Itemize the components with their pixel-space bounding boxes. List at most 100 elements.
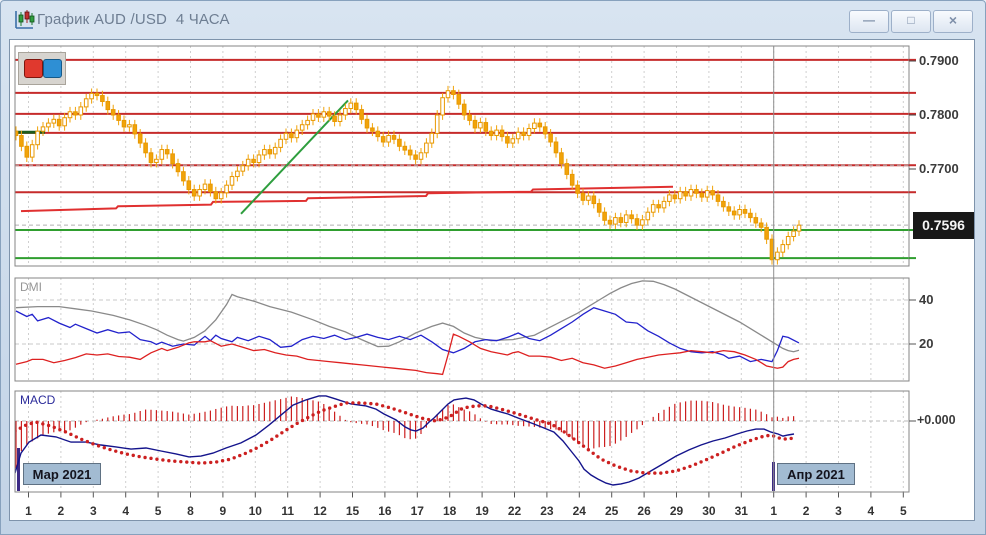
candle (526, 128, 532, 137)
month-badge-april: Апр 2021 (777, 463, 855, 485)
current-price-badge: 0.7596 (913, 212, 974, 239)
candle (532, 122, 537, 129)
price-axis-label: 0.7800 (919, 107, 959, 122)
x-axis-label: 31 (734, 504, 748, 518)
candle (62, 117, 67, 127)
candle (553, 141, 559, 154)
x-axis-label: 22 (507, 504, 522, 518)
candle (634, 218, 640, 226)
x-axis-label: 30 (702, 504, 716, 518)
candle (602, 211, 607, 221)
candle (35, 130, 40, 146)
candle (505, 136, 510, 144)
candle (542, 126, 548, 135)
candle (478, 122, 483, 129)
candle (83, 98, 89, 108)
dmi-panel[interactable] (14, 277, 910, 382)
candle (218, 192, 224, 200)
candle (100, 95, 105, 102)
candle (245, 158, 251, 167)
candle (229, 176, 235, 186)
candle (326, 111, 332, 117)
candle (575, 184, 580, 194)
x-axis-label: 25 (605, 504, 619, 518)
candle (94, 92, 100, 97)
candle (758, 222, 764, 228)
dmi-axis-label-20: 20 (919, 336, 934, 351)
price-chart[interactable] (1, 1, 986, 535)
candle (332, 115, 337, 122)
candle (731, 210, 737, 216)
candle (618, 217, 624, 223)
candle (656, 204, 661, 209)
candle (650, 204, 656, 213)
sell-button[interactable] (24, 59, 43, 78)
candle (46, 122, 51, 128)
x-axis-label: 5 (899, 504, 907, 518)
candle (699, 192, 705, 198)
candle (688, 189, 694, 197)
candle (407, 149, 413, 156)
candle (240, 165, 246, 172)
buy-button[interactable] (43, 59, 62, 78)
candle (235, 170, 240, 178)
dmi-axis-label-40: 40 (919, 292, 934, 307)
candle (559, 152, 564, 165)
x-axis-label: 2 (57, 504, 65, 518)
x-axis-label: 1 (25, 504, 32, 518)
x-axis-label: 12 (313, 504, 327, 518)
candle (170, 153, 175, 165)
candle (791, 230, 796, 238)
x-axis-label: 17 (410, 504, 424, 518)
x-axis-label: 18 (443, 504, 457, 518)
candle (596, 203, 602, 213)
candle (110, 109, 116, 116)
candle (175, 163, 181, 173)
candle (445, 90, 451, 99)
candle (483, 122, 489, 132)
x-axis-label: 11 (281, 504, 295, 518)
candle (337, 114, 343, 122)
candle (548, 133, 553, 143)
candle (785, 236, 791, 246)
candle (461, 103, 467, 116)
candle (208, 183, 213, 193)
x-axis-label: 29 (669, 504, 684, 518)
month-start-marker (17, 448, 20, 491)
x-axis-label: 3 (835, 504, 842, 518)
candle (451, 90, 456, 95)
candle (154, 158, 159, 164)
candle (164, 149, 170, 155)
candle (418, 152, 424, 160)
main-price-panel[interactable] (14, 45, 910, 267)
candle (537, 122, 543, 128)
candle (694, 189, 699, 194)
candle (359, 109, 364, 120)
x-axis-label: 3 (89, 504, 97, 518)
candle (278, 138, 283, 148)
candle (623, 214, 629, 223)
candle (289, 132, 294, 139)
candle (159, 149, 165, 160)
candle (704, 190, 710, 198)
x-axis-label: 24 (572, 504, 586, 518)
candle (19, 135, 24, 147)
candle (710, 190, 715, 196)
candle (629, 214, 634, 220)
candle (51, 118, 57, 124)
month-badge-march: Мар 2021 (23, 463, 101, 485)
candle (677, 191, 683, 200)
candle (645, 211, 651, 221)
candle (499, 129, 505, 138)
candle (202, 183, 208, 191)
dmi-indicator-label: DMI (20, 280, 42, 294)
candle (78, 106, 84, 116)
macd-panel[interactable] (13, 390, 910, 493)
candle (661, 200, 667, 209)
candle (591, 195, 597, 205)
candle (256, 154, 262, 164)
candle (494, 129, 499, 137)
price-axis-label: 0.7700 (919, 161, 959, 176)
candle (737, 209, 742, 216)
candle (402, 145, 408, 151)
